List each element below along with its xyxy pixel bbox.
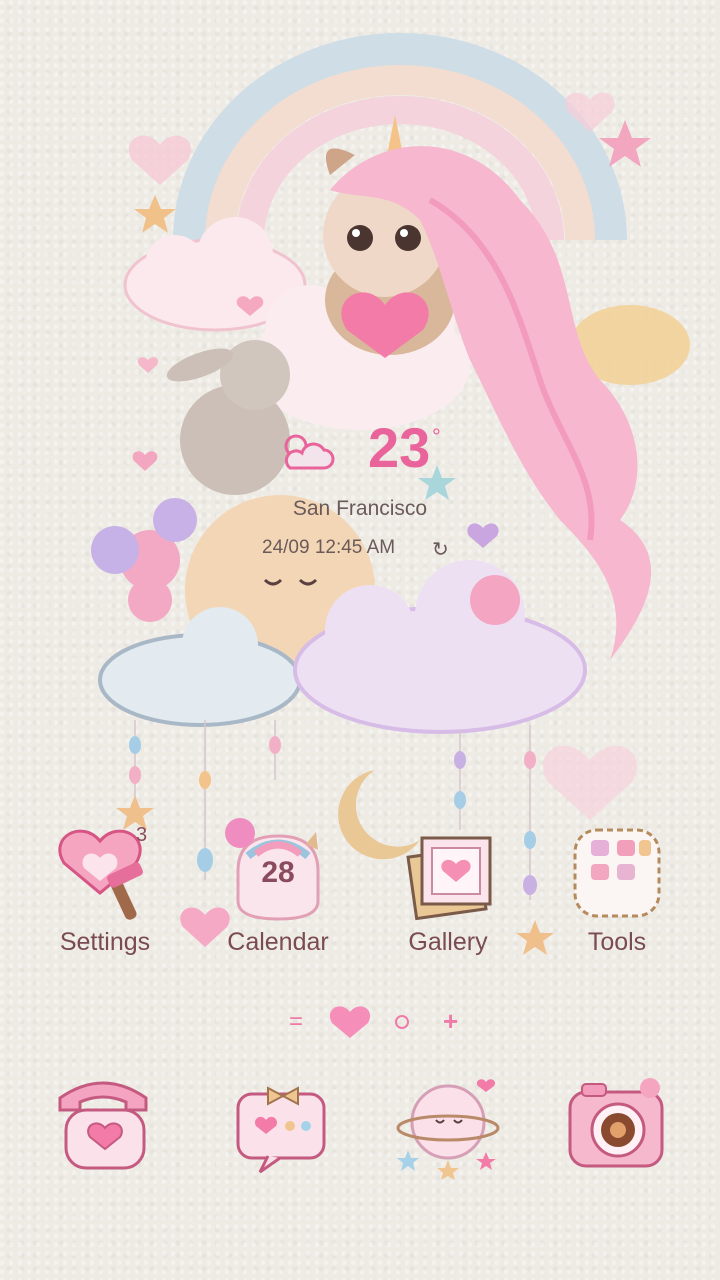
menu-icon[interactable]: = bbox=[289, 1008, 303, 1036]
page-indicator: = + bbox=[0, 1000, 720, 1044]
app-settings[interactable]: 3 Settings bbox=[30, 824, 180, 966]
refresh-icon[interactable]: ↻ bbox=[432, 537, 449, 562]
app-calendar[interactable]: 28 Calendar bbox=[203, 818, 353, 966]
gallery-label: Gallery bbox=[408, 928, 488, 956]
add-page-icon[interactable]: + bbox=[443, 1006, 458, 1037]
page-dot-icon[interactable] bbox=[393, 1013, 411, 1031]
tools-label: Tools bbox=[587, 928, 647, 956]
heart-icon[interactable] bbox=[329, 1004, 371, 1040]
messages-icon bbox=[236, 1086, 326, 1174]
calendar-check-icon bbox=[225, 818, 255, 848]
partly-cloudy-icon[interactable] bbox=[276, 428, 338, 474]
app-tools-folder[interactable]: Tools bbox=[542, 826, 692, 966]
weather-city[interactable]: San Francisco bbox=[0, 497, 720, 521]
dock-camera[interactable] bbox=[562, 1070, 672, 1180]
calendar-label: Calendar bbox=[227, 928, 329, 956]
browser-icon bbox=[396, 1079, 500, 1180]
gallery-icon bbox=[406, 836, 492, 921]
weather-datetime: 24/09 12:45 AM bbox=[262, 537, 396, 558]
app-gallery[interactable]: Gallery bbox=[373, 826, 523, 966]
tools-folder-icon bbox=[573, 828, 661, 918]
camera-icon bbox=[568, 1078, 664, 1168]
calendar-date: 28 bbox=[261, 856, 295, 889]
settings-badge: 3 bbox=[136, 824, 148, 846]
dock-messages[interactable] bbox=[228, 1070, 338, 1180]
dock-browser[interactable] bbox=[396, 1070, 506, 1180]
dock-phone[interactable] bbox=[48, 1070, 158, 1180]
temperature-unit: ° bbox=[432, 424, 441, 449]
temperature[interactable]: 23 bbox=[368, 420, 430, 476]
phone-icon bbox=[58, 1081, 148, 1170]
settings-label: Settings bbox=[59, 928, 151, 956]
